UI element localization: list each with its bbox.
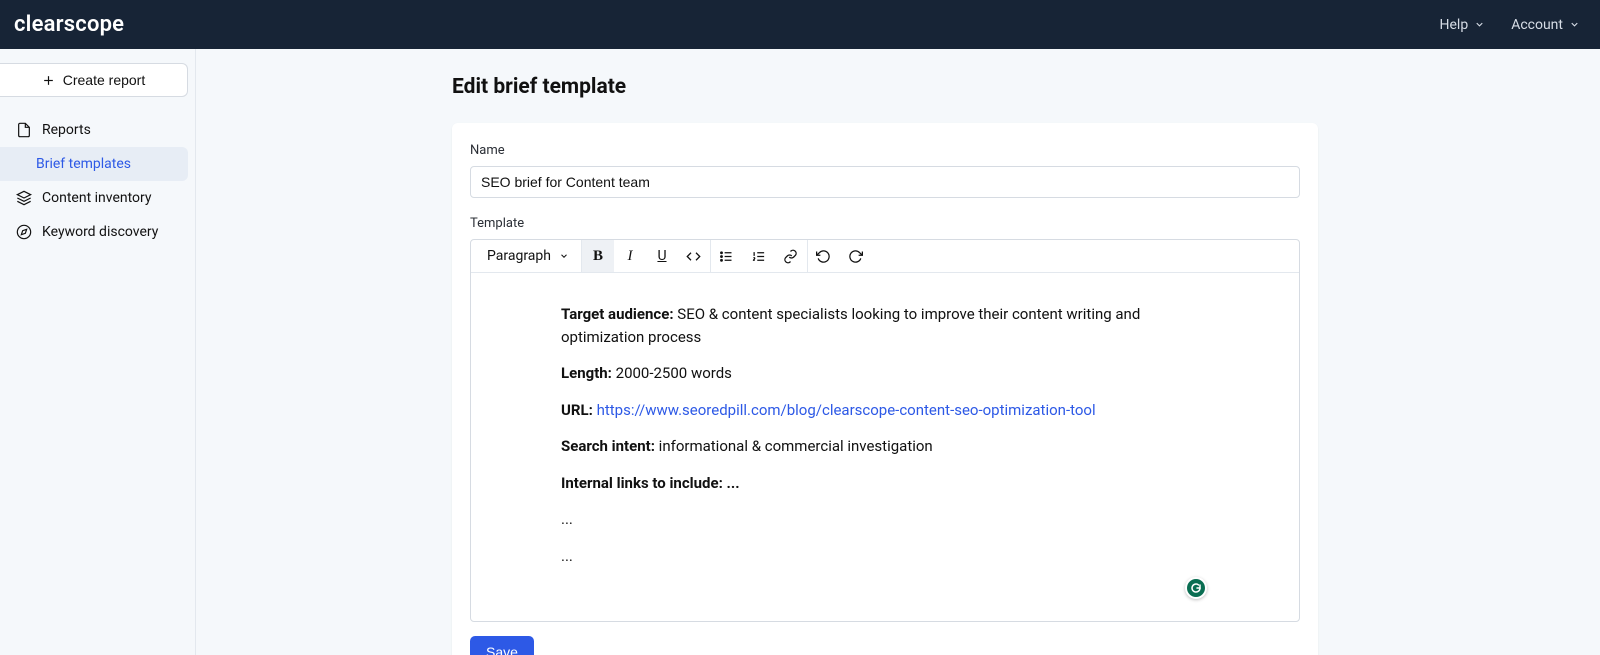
target-audience-label: Target audience: bbox=[561, 305, 674, 323]
header-right: Help Account bbox=[1440, 17, 1581, 33]
paragraph-label: Paragraph bbox=[487, 248, 551, 264]
file-icon bbox=[16, 122, 32, 138]
url-label: URL: bbox=[561, 401, 593, 419]
app-header: clearscope Help Account bbox=[0, 0, 1600, 49]
paragraph-style-dropdown[interactable]: Paragraph bbox=[471, 240, 581, 272]
grammarly-icon bbox=[1190, 582, 1202, 594]
app-body: Create report Reports Brief templates Co… bbox=[0, 49, 1600, 655]
redo-icon bbox=[848, 249, 863, 264]
redo-button[interactable] bbox=[840, 240, 872, 272]
help-label: Help bbox=[1440, 17, 1469, 33]
link-button[interactable] bbox=[775, 240, 807, 272]
italic-button[interactable]: I bbox=[614, 240, 646, 272]
sidebar-item-label: Brief templates bbox=[36, 156, 131, 172]
bullet-list-icon bbox=[719, 249, 734, 264]
underline-button[interactable]: U bbox=[646, 240, 678, 272]
chevron-down-icon bbox=[1474, 19, 1485, 30]
sidebar: Create report Reports Brief templates Co… bbox=[0, 49, 196, 655]
sidebar-item-content-inventory[interactable]: Content inventory bbox=[0, 181, 195, 215]
sidebar-item-label: Reports bbox=[42, 122, 91, 138]
bold-icon: B bbox=[593, 248, 603, 265]
create-report-button[interactable]: Create report bbox=[0, 63, 188, 97]
length-label: Length: bbox=[561, 364, 612, 382]
page-title: Edit brief template bbox=[452, 75, 1318, 99]
code-icon bbox=[686, 249, 701, 264]
brand-logo[interactable]: clearscope bbox=[14, 12, 124, 37]
main-content: Edit brief template Name Template Paragr… bbox=[196, 49, 1600, 655]
grammarly-badge[interactable] bbox=[1185, 577, 1207, 599]
sidebar-item-label: Keyword discovery bbox=[42, 224, 158, 240]
plus-icon bbox=[42, 74, 55, 87]
edit-card: Name Template Paragraph B I U bbox=[452, 123, 1318, 655]
length-value: 2000-2500 words bbox=[616, 364, 732, 382]
undo-button[interactable] bbox=[808, 240, 840, 272]
save-label: Save bbox=[486, 644, 518, 655]
search-intent-value: informational & commercial investigation bbox=[659, 437, 933, 455]
link-icon bbox=[783, 249, 798, 264]
editor-content[interactable]: Target audience: SEO & content specialis… bbox=[471, 273, 1299, 621]
search-intent-label: Search intent: bbox=[561, 437, 655, 455]
italic-icon: I bbox=[627, 248, 632, 265]
create-report-label: Create report bbox=[63, 72, 145, 88]
compass-icon bbox=[16, 224, 32, 240]
template-label: Template bbox=[470, 216, 1300, 231]
name-input[interactable] bbox=[470, 166, 1300, 198]
numbered-list-button[interactable] bbox=[743, 240, 775, 272]
save-button[interactable]: Save bbox=[470, 636, 534, 655]
internal-links-label: Internal links to include: ... bbox=[561, 474, 740, 492]
numbered-list-icon bbox=[751, 249, 766, 264]
bold-button[interactable]: B bbox=[582, 240, 614, 272]
sidebar-item-label: Content inventory bbox=[42, 190, 152, 206]
sidebar-item-reports[interactable]: Reports bbox=[0, 113, 195, 147]
help-menu[interactable]: Help bbox=[1440, 17, 1486, 33]
undo-icon bbox=[816, 249, 831, 264]
account-label: Account bbox=[1511, 17, 1563, 33]
main-inner: Edit brief template Name Template Paragr… bbox=[452, 75, 1318, 655]
underline-icon: U bbox=[657, 248, 666, 264]
account-menu[interactable]: Account bbox=[1511, 17, 1580, 33]
code-button[interactable] bbox=[678, 240, 710, 272]
rich-text-editor: Paragraph B I U bbox=[470, 239, 1300, 622]
bullet-list-button[interactable] bbox=[711, 240, 743, 272]
url-link[interactable]: https://www.seoredpill.com/blog/clearsco… bbox=[597, 401, 1096, 419]
ellipsis-row: ... bbox=[561, 545, 1209, 568]
editor-toolbar: Paragraph B I U bbox=[471, 240, 1299, 273]
chevron-down-icon bbox=[559, 251, 569, 261]
sidebar-item-brief-templates[interactable]: Brief templates bbox=[0, 147, 188, 181]
name-label: Name bbox=[470, 143, 1300, 158]
layers-icon bbox=[16, 190, 32, 206]
chevron-down-icon bbox=[1569, 19, 1580, 30]
sidebar-item-keyword-discovery[interactable]: Keyword discovery bbox=[0, 215, 195, 249]
ellipsis-row: ... bbox=[561, 508, 1209, 531]
